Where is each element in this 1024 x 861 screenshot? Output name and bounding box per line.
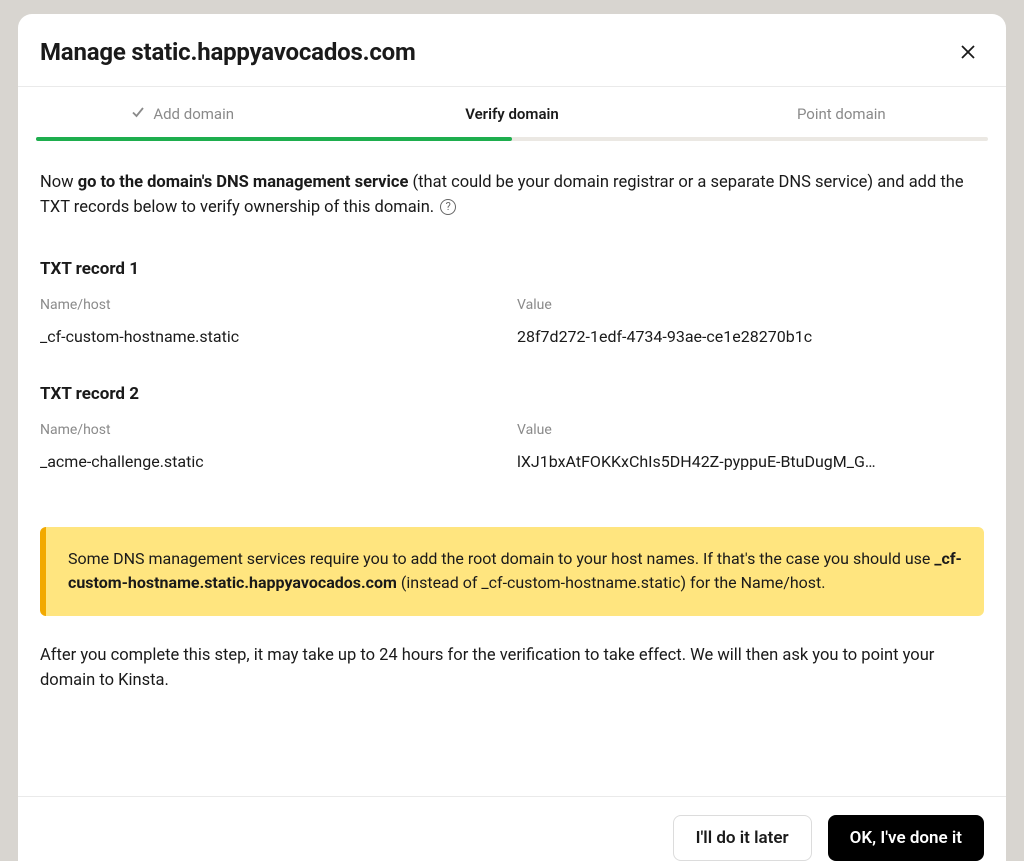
close-icon [961,45,975,59]
stepper: Add domain Verify domain Point domain [18,87,1006,137]
progress-fill [36,137,512,141]
check-icon [131,105,145,123]
modal-header: Manage static.happyavocados.com [18,14,1006,87]
intro-text: Now go to the domain's DNS management se… [40,171,984,221]
modal-manage-domain: Manage static.happyavocados.com Add doma… [18,14,1006,861]
field-value-name[interactable]: _cf-custom-hostname.static [40,327,507,346]
record-name-col: Name/host _acme-challenge.static [40,422,507,471]
close-button[interactable] [958,42,978,62]
field-label-name: Name/host [40,422,507,438]
step-label: Verify domain [465,105,559,123]
field-label-name: Name/host [40,297,507,313]
record-value-col: Value lXJ1bxAtFOKKxChIs5DH42Z-pyppuE-Btu… [517,422,984,471]
field-value-value[interactable]: lXJ1bxAtFOKKxChIs5DH42Z-pyppuE-BtuDugM_G… [517,452,984,471]
record-row: Name/host _acme-challenge.static Value l… [40,422,984,471]
record-title: TXT record 1 [40,259,984,279]
record-row: Name/host _cf-custom-hostname.static Val… [40,297,984,346]
modal-body: Now go to the domain's DNS management se… [18,141,1006,796]
intro-bold: go to the domain's DNS management servic… [78,173,409,192]
intro-prefix: Now [40,173,78,192]
step-point-domain[interactable]: Point domain [677,87,1006,137]
field-label-value: Value [517,297,984,313]
help-icon[interactable]: ? [440,199,456,215]
step-label: Point domain [797,105,886,123]
done-button[interactable]: OK, I've done it [828,815,984,861]
record-name-col: Name/host _cf-custom-hostname.static [40,297,507,346]
later-button[interactable]: I'll do it later [673,815,812,861]
step-label: Add domain [153,105,234,123]
step-add-domain[interactable]: Add domain [18,87,347,137]
step-verify-domain[interactable]: Verify domain [347,87,676,137]
record-title: TXT record 2 [40,384,984,404]
record-value-col: Value 28f7d272-1edf-4734-93ae-ce1e28270b… [517,297,984,346]
field-value-value[interactable]: 28f7d272-1edf-4734-93ae-ce1e28270b1c [517,327,984,346]
txt-record-2: TXT record 2 Name/host _acme-challenge.s… [40,384,984,471]
progress-track [36,137,988,141]
aftertext: After you complete this step, it may tak… [40,644,984,694]
dns-notice: Some DNS management services require you… [40,527,984,617]
field-value-name[interactable]: _acme-challenge.static [40,452,507,471]
modal-footer: I'll do it later OK, I've done it [18,796,1006,861]
notice-suffix: (instead of _cf-custom-hostname.static) … [397,573,826,592]
notice-prefix: Some DNS management services require you… [68,549,934,568]
field-label-value: Value [517,422,984,438]
txt-record-1: TXT record 1 Name/host _cf-custom-hostna… [40,259,984,346]
modal-title: Manage static.happyavocados.com [40,38,416,66]
